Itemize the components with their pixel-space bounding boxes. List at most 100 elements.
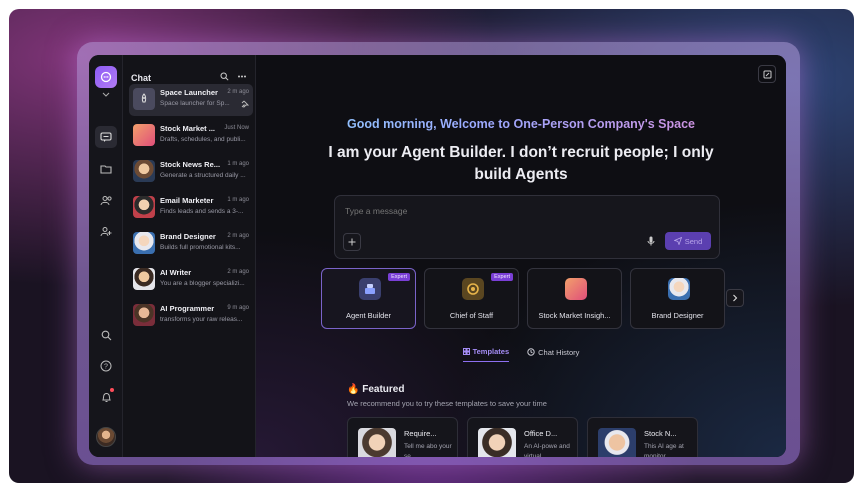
- template-card[interactable]: Stock N... This AI age at monitor...: [587, 417, 698, 457]
- chat-preview: You are a blogger specializi...: [160, 280, 245, 287]
- chat-name: Email Marketer: [160, 196, 214, 205]
- chat-time: Just Now: [224, 125, 249, 131]
- template-image: [598, 428, 636, 457]
- tab-templates-label: Templates: [472, 347, 510, 356]
- message-composer: Send: [334, 195, 720, 259]
- brand-designer-avatar-icon: [133, 232, 155, 254]
- agent-label: Chief of Staff: [449, 311, 494, 320]
- pin-icon[interactable]: [241, 100, 249, 108]
- template-card[interactable]: Office D... An AI-powe and virtual...: [467, 417, 578, 457]
- template-desc: This AI age at monitor...: [644, 443, 684, 457]
- notification-dot: [110, 388, 114, 392]
- panel-tools: [220, 72, 247, 81]
- chat-preview: Space launcher for Sp...: [160, 100, 230, 107]
- stock-news-avatar-icon: [133, 160, 155, 182]
- chat-name: Space Launcher: [160, 88, 218, 97]
- chat-time: 9 m ago: [227, 305, 249, 311]
- template-card[interactable]: Require... Tell me abo your se...: [347, 417, 458, 457]
- fire-icon: 🔥: [347, 384, 360, 395]
- chat-time: 1 m ago: [227, 161, 249, 167]
- agent-card-stock-market[interactable]: Stock Market Insigh...: [527, 268, 622, 329]
- template-image: [478, 428, 516, 457]
- attach-button[interactable]: [343, 233, 361, 251]
- stock-market-icon: [565, 278, 587, 300]
- app-logo-icon[interactable]: [95, 66, 117, 88]
- chat-preview: transforms your raw releas...: [160, 316, 243, 323]
- chat-preview: Builds full promotional kits...: [160, 244, 241, 251]
- template-image: [358, 428, 396, 457]
- template-name: Require...: [404, 429, 437, 438]
- tab-history-label: Chat History: [538, 347, 580, 357]
- microphone-icon[interactable]: [647, 236, 655, 246]
- add-user-icon[interactable]: [95, 220, 117, 242]
- template-desc: Tell me abo your se...: [404, 443, 452, 457]
- chat-list-item[interactable]: Stock Market ... Just Now Drafts, schedu…: [129, 120, 253, 152]
- template-name: Office D...: [524, 429, 558, 438]
- bell-icon[interactable]: [95, 386, 117, 408]
- team-icon[interactable]: [95, 189, 117, 211]
- grid-icon: [462, 348, 470, 355]
- template-desc: An AI-powe and virtual...: [524, 443, 570, 457]
- chat-list-item[interactable]: Space Launcher 2 m ago Space launcher fo…: [129, 84, 253, 116]
- app-window: ? Chat Space Launcher 2 m ago Space laun…: [89, 55, 786, 457]
- tab-chat-history[interactable]: Chat History: [527, 347, 579, 362]
- ai-programmer-avatar-icon: [133, 304, 155, 326]
- more-options-icon[interactable]: [237, 72, 247, 81]
- chat-list-item[interactable]: Email Marketer 1 m ago Finds leads and s…: [129, 192, 253, 224]
- chat-icon[interactable]: [95, 126, 117, 148]
- history-icon: [527, 348, 535, 356]
- chevron-down-icon[interactable]: [100, 92, 112, 102]
- user-avatar[interactable]: [96, 427, 116, 447]
- agent-label: Stock Market Insigh...: [538, 311, 611, 320]
- agent-builder-icon: [359, 278, 381, 300]
- chat-name: AI Writer: [160, 268, 192, 277]
- chat-list-item[interactable]: AI Programmer 9 m ago transforms your ra…: [129, 300, 253, 332]
- template-name: Stock N...: [644, 429, 677, 438]
- send-label: Send: [684, 236, 703, 246]
- edit-icon: [763, 70, 771, 78]
- chat-time: 2 m ago: [227, 89, 249, 95]
- chevron-right-icon: [733, 294, 738, 302]
- chief-of-staff-icon: [462, 278, 484, 300]
- featured-subtitle: We recommend you to try these templates …: [347, 399, 547, 408]
- panel-title: Chat: [131, 73, 151, 83]
- help-icon[interactable]: ?: [95, 355, 117, 377]
- chat-list-item[interactable]: Brand Designer 2 m ago Builds full promo…: [129, 228, 253, 260]
- search-icon[interactable]: [220, 72, 229, 81]
- search-icon[interactable]: [95, 324, 117, 346]
- chat-time: 2 m ago: [227, 269, 249, 275]
- agent-card-brand-designer[interactable]: Brand Designer: [630, 268, 725, 329]
- next-agents-button[interactable]: [726, 289, 744, 307]
- space-launcher-avatar-icon: [133, 88, 155, 110]
- chat-name: Brand Designer: [160, 232, 216, 241]
- message-input[interactable]: [345, 206, 645, 216]
- send-icon: [673, 237, 682, 245]
- greeting-text: Good morning, Welcome to One-Person Comp…: [256, 117, 786, 131]
- template-tabs: Templates Chat History: [256, 347, 786, 362]
- tab-templates[interactable]: Templates: [462, 347, 510, 362]
- agent-card-agent-builder[interactable]: Expert Agent Builder: [321, 268, 416, 329]
- svg-text:?: ?: [104, 364, 108, 371]
- new-window-button[interactable]: [758, 65, 776, 83]
- expert-badge: Expert: [388, 273, 410, 281]
- chat-list-item[interactable]: Stock News Re... 1 m ago Generate a stru…: [129, 156, 253, 188]
- chat-name: Stock News Re...: [160, 160, 220, 169]
- expert-badge: Expert: [491, 273, 513, 281]
- email-marketer-avatar-icon: [133, 196, 155, 218]
- chat-preview: Generate a structured daily ...: [160, 172, 246, 179]
- chat-list-item[interactable]: AI Writer 2 m ago You are a blogger spec…: [129, 264, 253, 296]
- chat-preview: Finds leads and sends a 3-...: [160, 208, 244, 215]
- agent-label: Brand Designer: [651, 311, 704, 320]
- send-button[interactable]: Send: [665, 232, 711, 250]
- folder-icon[interactable]: [95, 158, 117, 180]
- plus-icon: [348, 238, 356, 246]
- chat-name: Stock Market ...: [160, 124, 216, 133]
- brand-designer-icon: [668, 278, 690, 300]
- page-headline: I am your Agent Builder. I don’t recruit…: [328, 144, 714, 183]
- chat-name: AI Programmer: [160, 304, 215, 313]
- agent-card-chief-of-staff[interactable]: Expert Chief of Staff: [424, 268, 519, 329]
- chat-list-panel: Chat Space Launcher 2 m ago Space launch…: [123, 55, 256, 457]
- chat-time: 1 m ago: [227, 197, 249, 203]
- ai-writer-avatar-icon: [133, 268, 155, 290]
- featured-title: Featured: [362, 384, 405, 395]
